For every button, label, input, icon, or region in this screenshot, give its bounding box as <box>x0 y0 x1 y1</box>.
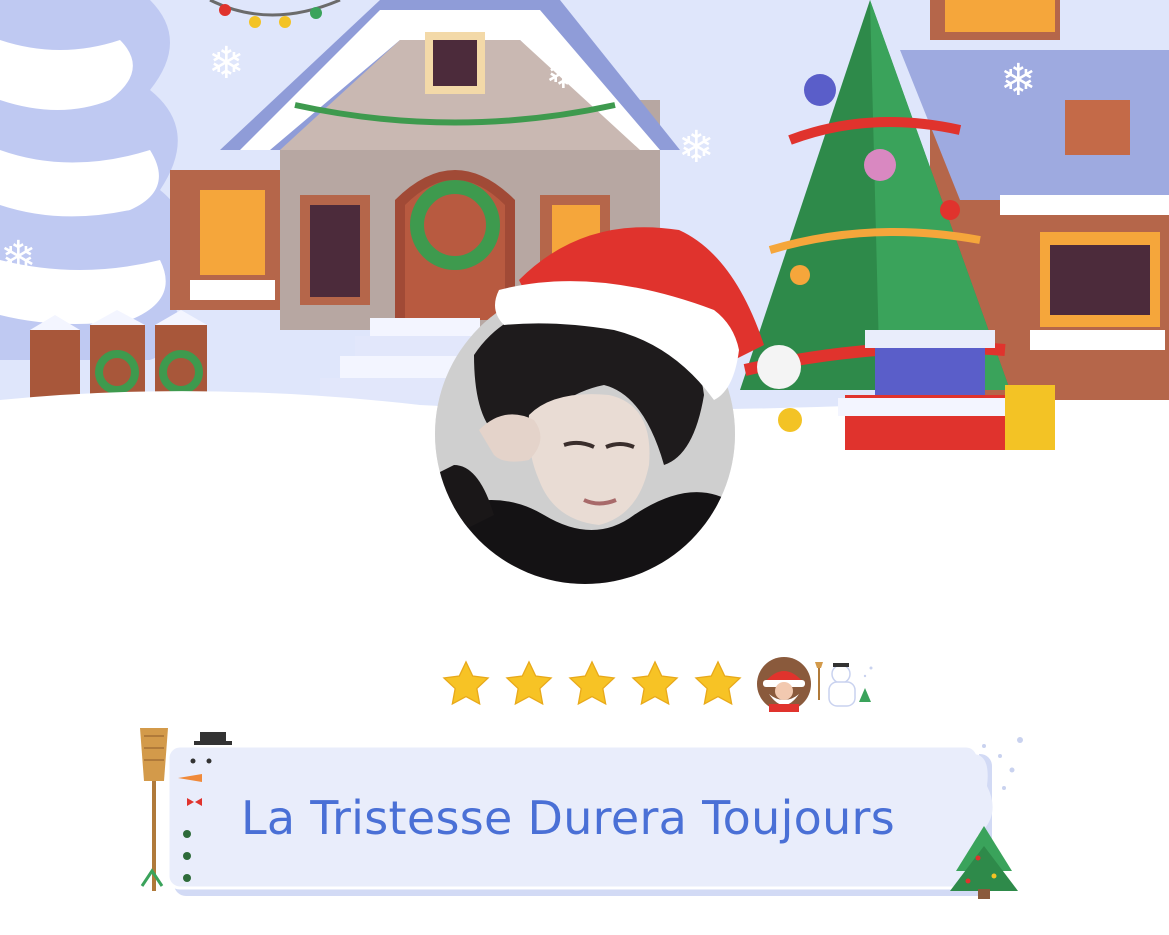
star-icon <box>631 660 679 706</box>
snowy-tree-left <box>0 0 188 360</box>
star-icon <box>568 660 616 706</box>
svg-text:❄: ❄ <box>1000 55 1037 106</box>
svg-text:❄: ❄ <box>545 48 582 99</box>
snowman-badge-icon <box>815 662 873 707</box>
profile-name: La Tristesse Durera Toujours <box>240 791 896 845</box>
svg-text:❄: ❄ <box>208 38 245 89</box>
avatar-frame <box>435 227 801 584</box>
svg-text:❄: ❄ <box>0 232 37 283</box>
star-icon <box>694 660 742 706</box>
svg-text:❄: ❄ <box>678 122 715 173</box>
profile-name-box: La Tristesse Durera Toujours <box>168 748 968 888</box>
star-icon <box>505 660 553 706</box>
star-icon <box>442 660 490 706</box>
santa-badge-icon <box>757 657 811 712</box>
